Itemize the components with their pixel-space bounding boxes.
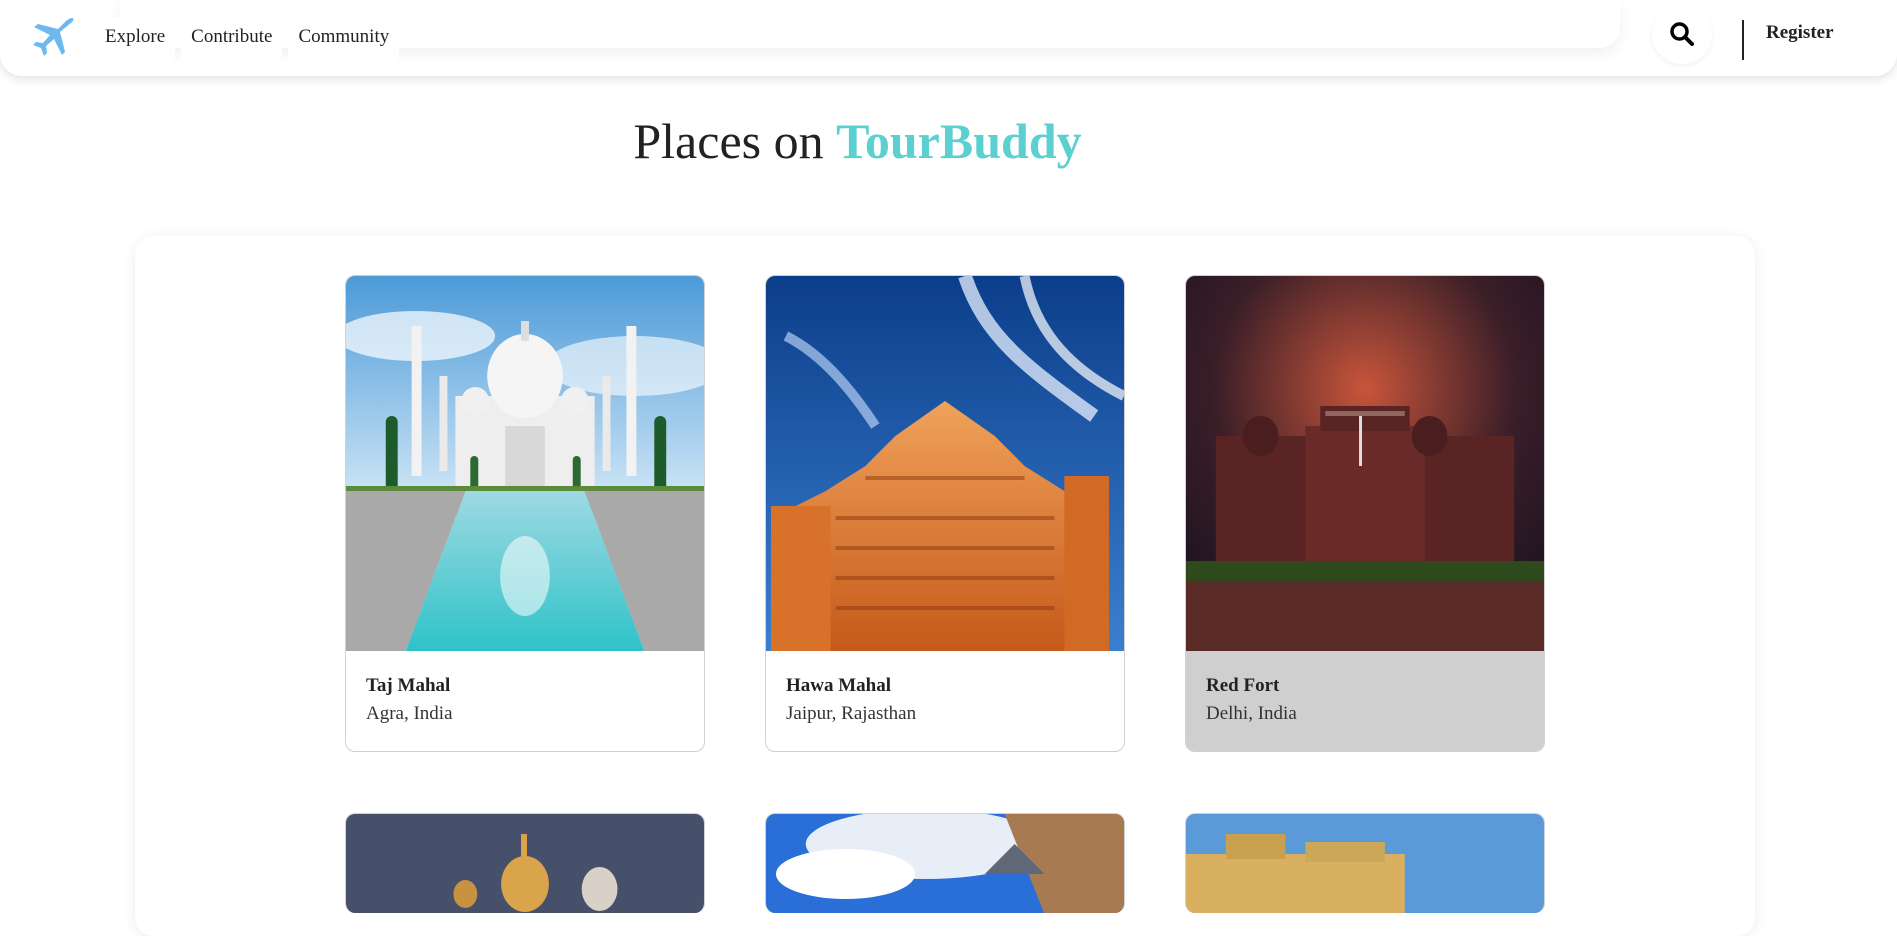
place-name: Red Fort <box>1206 675 1280 696</box>
register-button[interactable]: Register <box>1766 22 1834 44</box>
place-card-taj-mahal[interactable]: Taj Mahal Agra, India <box>345 275 705 752</box>
search-button[interactable] <box>1652 4 1712 64</box>
nav-links: Explore Contribute Community <box>95 18 400 62</box>
place-info: Red Fort Delhi, India <box>1186 651 1544 751</box>
page-title-prefix: Places on <box>633 113 837 169</box>
place-card-hawa-mahal[interactable]: Hawa Mahal Jaipur, Rajasthan <box>765 275 1125 752</box>
search-icon <box>1670 22 1694 46</box>
amber-fort-photo <box>1186 814 1544 913</box>
place-info: Hawa Mahal Jaipur, Rajasthan <box>766 651 1124 751</box>
red-fort-photo <box>1186 276 1544 651</box>
nav-explore[interactable]: Explore <box>95 18 176 62</box>
place-card-row2-1[interactable] <box>345 813 705 913</box>
airplane-icon[interactable] <box>28 16 76 58</box>
mountain-valley-photo <box>766 814 1124 913</box>
place-name: Hawa Mahal <box>786 675 892 696</box>
place-name: Taj Mahal <box>366 675 451 696</box>
nav-divider <box>1742 20 1744 60</box>
place-location: Agra, India <box>366 703 453 724</box>
hawa-mahal-photo <box>766 276 1124 651</box>
place-location: Jaipur, Rajasthan <box>786 703 917 724</box>
nav-contribute[interactable]: Contribute <box>181 18 283 62</box>
page-title-brand: TourBuddy <box>836 113 1082 169</box>
navbar: Explore Contribute Community Register <box>0 0 1897 76</box>
place-location: Delhi, India <box>1206 703 1297 724</box>
taj-mahal-photo <box>346 276 704 651</box>
place-card-row2-3[interactable] <box>1185 813 1545 913</box>
place-info: Taj Mahal Agra, India <box>346 651 704 751</box>
golden-temple-photo <box>346 814 704 913</box>
place-card-row2-2[interactable] <box>765 813 1125 913</box>
nav-community[interactable]: Community <box>288 18 400 62</box>
page-title: Places on TourBuddy <box>0 112 1715 170</box>
place-card-red-fort[interactable]: Red Fort Delhi, India <box>1185 275 1545 752</box>
